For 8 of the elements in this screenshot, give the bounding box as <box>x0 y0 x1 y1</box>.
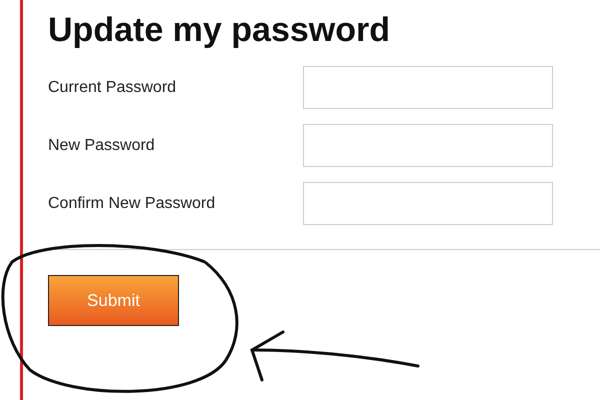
field-label: Confirm New Password <box>48 194 216 212</box>
field-label: New Password <box>48 136 156 154</box>
field-label: Current Password <box>48 78 178 96</box>
password-field[interactable] <box>303 124 553 167</box>
password-field[interactable] <box>303 66 553 109</box>
submit-button[interactable]: Submit <box>48 275 179 326</box>
page-title: Update my password <box>48 10 391 50</box>
password-field[interactable] <box>303 182 553 225</box>
